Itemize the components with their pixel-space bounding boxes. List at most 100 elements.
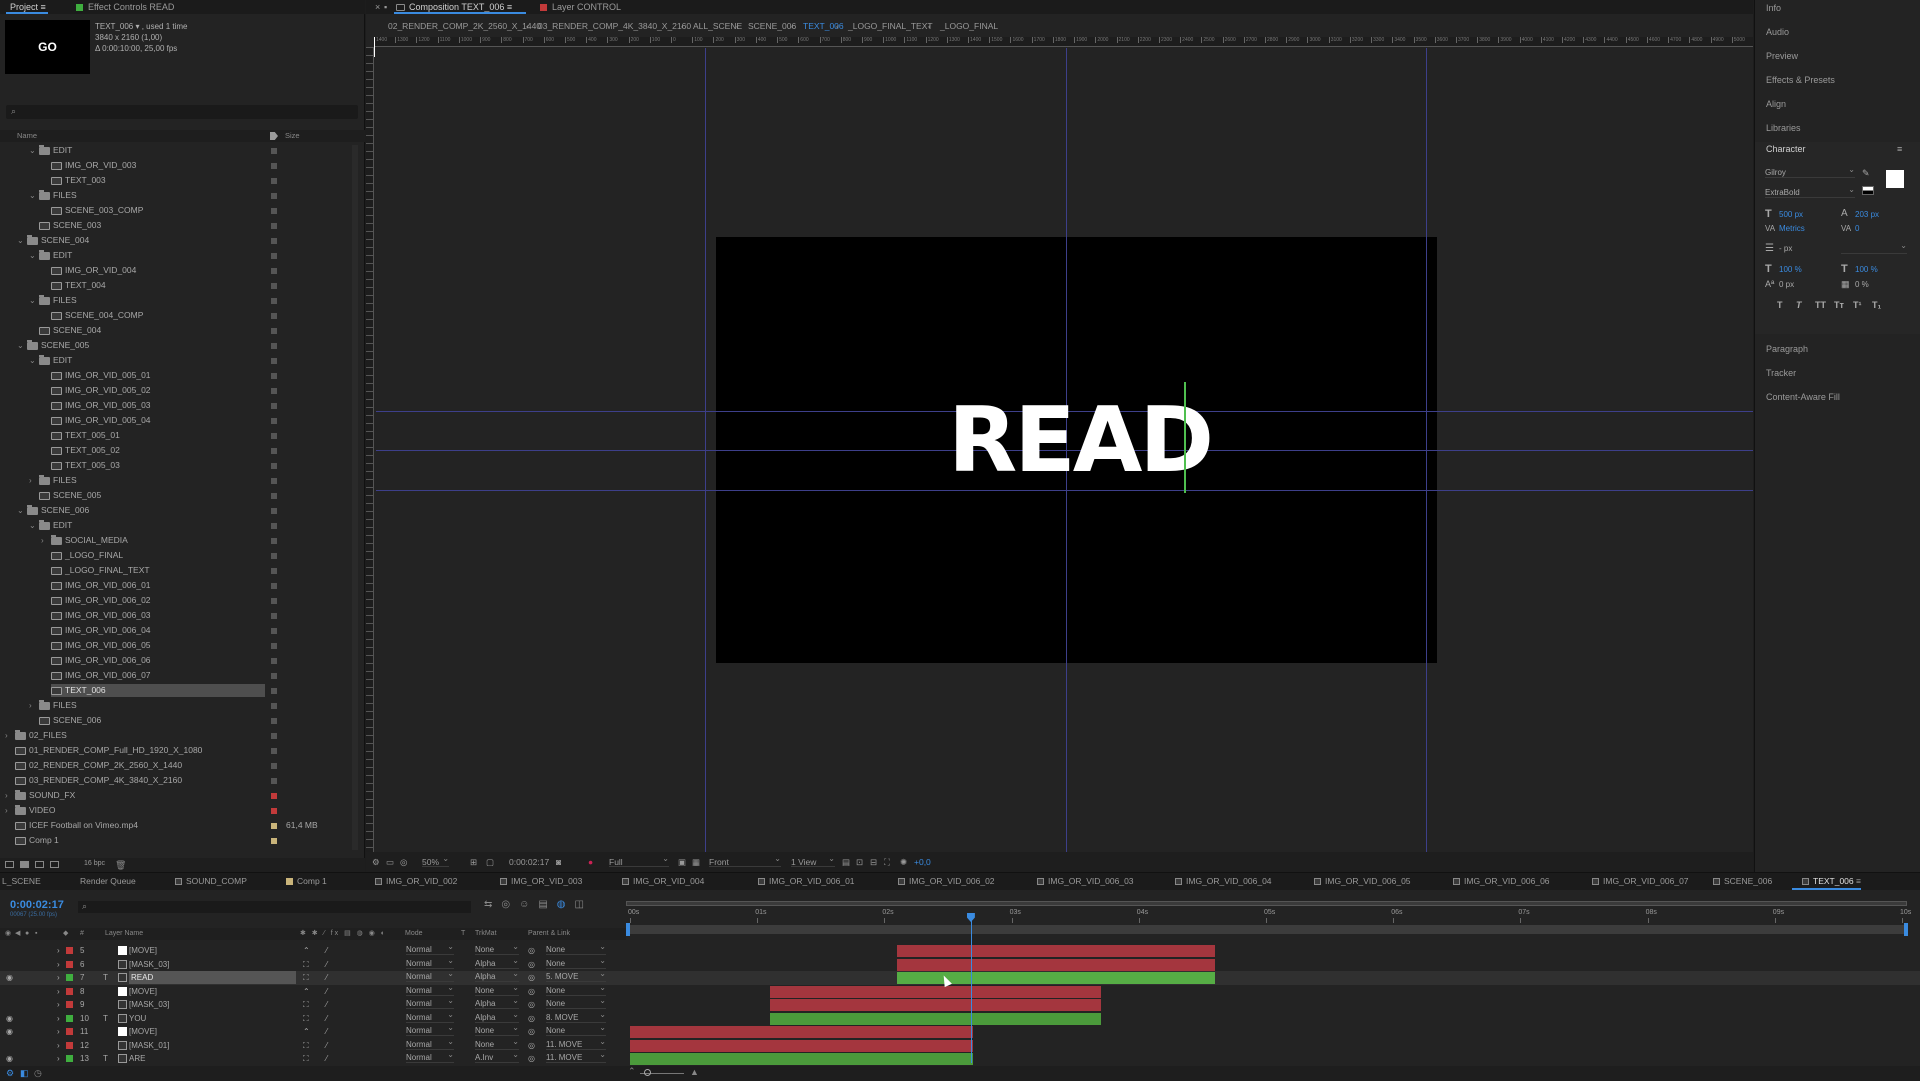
layer-switch-icon[interactable]: ⌃	[303, 985, 310, 998]
toggle-pixel-icon[interactable]: ▤	[842, 852, 850, 872]
work-area-bar[interactable]	[626, 925, 1907, 934]
right-panel-item[interactable]: Info	[1766, 1, 1781, 15]
roi-icon[interactable]: ▣	[678, 852, 686, 872]
chevron-down-icon[interactable]: ⌄	[29, 248, 36, 263]
project-folder-row[interactable]: ⌄ SCENE_006	[0, 503, 365, 518]
layer-switch-icon[interactable]: ⛶	[303, 1039, 309, 1052]
snapshot-icon[interactable]: ◙	[556, 852, 561, 872]
pickwhip-icon[interactable]: ◎	[528, 944, 535, 957]
layer-name[interactable]: [MASK_01]	[129, 1039, 169, 1052]
label-color-swatch[interactable]	[271, 793, 277, 799]
fast-preview-icon[interactable]: ⊡	[856, 852, 863, 872]
layer-name[interactable]: [MOVE]	[129, 944, 157, 957]
canvas-text-read[interactable]: READ	[948, 396, 1211, 486]
label-color-swatch[interactable]	[271, 463, 277, 469]
visibility-eye-icon[interactable]: ◉	[6, 1025, 13, 1038]
label-color-swatch[interactable]	[271, 313, 277, 319]
layer-name[interactable]: [MOVE]	[129, 985, 157, 998]
layer-row[interactable]: 9 [MASK_03] ⛶ ⁄ › Normal Alpha ◎ None	[0, 996, 1920, 1012]
time-ruler[interactable]: 00s 01s 02s 03s 04s 05s 06s 07s 08s 09s 10s	[626, 909, 1911, 923]
breadcrumb-item[interactable]: 02_RENDER_COMP_2K_2560_X_1440	[388, 19, 541, 33]
leading-value[interactable]: 203 px	[1855, 210, 1879, 219]
stroke-style-dropdown[interactable]	[1841, 241, 1907, 254]
label-color-chip[interactable]	[66, 1055, 73, 1062]
stroke-width-value[interactable]: - px	[1779, 244, 1792, 253]
timeline-tab[interactable]: IMG_OR_VID_004	[622, 873, 704, 890]
project-folder-row[interactable]: ⌄ FILES	[0, 188, 365, 203]
layer-switch-icon[interactable]: ⌃	[303, 1025, 310, 1038]
project-folder-row[interactable]: › 02_FILES	[0, 728, 365, 743]
layer-switch-icon[interactable]: ⛶	[303, 958, 309, 971]
layer-duration-bar[interactable]	[897, 958, 1216, 971]
label-color-swatch[interactable]	[271, 688, 277, 694]
breadcrumb-item[interactable]: SCENE_006	[748, 19, 796, 33]
eyedropper-icon[interactable]: ✎	[1862, 168, 1870, 179]
project-item-row[interactable]: IMG_OR_VID_006_07	[0, 668, 365, 683]
label-color-swatch[interactable]	[271, 373, 277, 379]
zoom-slider-thumb[interactable]	[644, 1069, 651, 1076]
track-matte-dropdown[interactable]: A.Inv	[475, 1050, 519, 1063]
label-header-icon[interactable]: ◆	[63, 928, 68, 940]
breadcrumb-item[interactable]: ALL_SCENE	[693, 19, 742, 33]
menu-icon[interactable]: ≡	[507, 2, 512, 12]
timeline-tab[interactable]: SOUND_COMP	[175, 873, 247, 890]
timeline-tab[interactable]: Comp 1	[286, 873, 327, 890]
channel-icon[interactable]: ●	[588, 852, 593, 872]
comp-flowchart-icon[interactable]: ⇆	[484, 899, 501, 910]
project-folder-row[interactable]: › FILES	[0, 473, 365, 488]
project-search-box[interactable]: ⌕	[6, 105, 358, 119]
render-time-icon[interactable]: ◷	[34, 1068, 42, 1079]
chevron-right-icon[interactable]: ›	[5, 728, 8, 743]
fill-color-swatch[interactable]	[1886, 170, 1904, 188]
label-color-swatch[interactable]	[271, 238, 277, 244]
shy-icon[interactable]: ☺	[519, 899, 538, 910]
layer-row[interactable]: 5 [MOVE] ⌃ ⁄ › Normal None ◎ None	[0, 942, 1920, 958]
layer-switch-icon[interactable]: ⌃	[303, 944, 310, 957]
label-color-chip[interactable]	[66, 1041, 73, 1049]
breadcrumb-item[interactable]: _LOGO_FINAL	[940, 19, 998, 33]
chevron-down-icon[interactable]: ⌄	[17, 338, 24, 353]
font-style-dropdown[interactable]: ExtraBold	[1765, 185, 1855, 198]
label-color-swatch[interactable]	[271, 673, 277, 679]
label-color-swatch[interactable]	[271, 613, 277, 619]
parent-dropdown[interactable]: 5. MOVE	[546, 969, 606, 982]
layer-duration-bar[interactable]	[769, 999, 1101, 1011]
layer-duration-bar[interactable]	[630, 1026, 974, 1038]
layer-row[interactable]: 6 [MASK_03] ⛶ ⁄ › Normal Alpha ◎ None	[0, 956, 1920, 972]
interpret-footage-icon[interactable]	[5, 861, 14, 868]
pickwhip-icon[interactable]: ◎	[528, 958, 535, 971]
timeline-search[interactable]: ⌕	[78, 901, 471, 913]
vertical-ruler[interactable]	[366, 47, 374, 852]
blend-mode-dropdown[interactable]: Normal	[406, 1050, 454, 1063]
label-color-swatch[interactable]	[271, 658, 277, 664]
motion-blur-icon[interactable]: ◍	[557, 899, 575, 910]
pickwhip-icon[interactable]: ◎	[528, 1025, 535, 1038]
label-color-chip[interactable]	[66, 947, 73, 954]
pickwhip-icon[interactable]: ◎	[528, 971, 535, 984]
layer-switch-icon[interactable]: ⁄	[326, 1052, 327, 1065]
mask-visibility-icon[interactable]: ◎	[400, 852, 407, 872]
always-preview-icon[interactable]: ⚙	[372, 852, 380, 872]
layer-duration-bar[interactable]	[769, 985, 1101, 998]
chevron-right-icon[interactable]: ›	[57, 985, 60, 998]
label-color-swatch[interactable]	[271, 808, 277, 814]
label-color-chip[interactable]	[66, 1014, 73, 1022]
project-folder-row[interactable]: ⌄ EDIT	[0, 353, 365, 368]
timeline-tab[interactable]: IMG_OR_VID_006_02	[898, 873, 995, 890]
chevron-down-icon[interactable]: ⌄	[29, 188, 36, 203]
blend-mode-dropdown[interactable]: Normal	[406, 969, 454, 982]
character-title[interactable]: Character	[1766, 144, 1806, 154]
project-folder-row[interactable]: ⌄ FILES	[0, 293, 365, 308]
label-color-chip[interactable]	[66, 974, 73, 981]
project-folder-row[interactable]: ⌄ SCENE_005	[0, 338, 365, 353]
blend-mode-dropdown[interactable]: Normal	[406, 942, 454, 955]
layer-row[interactable]: ◉ 7 T READ ⛶ ⁄ › Normal Alpha ◎ 5. MOVE	[0, 969, 1920, 985]
timeline-tab[interactable]: IMG_OR_VID_006_05	[1314, 873, 1411, 890]
menu-icon[interactable]: ≡	[1897, 144, 1902, 154]
track-matte-dropdown[interactable]: Alpha	[475, 956, 519, 969]
timecode-display[interactable]: 0:00:02:17	[509, 852, 549, 872]
blend-mode-dropdown[interactable]: Normal	[406, 1010, 454, 1023]
tab-layer[interactable]: Layer CONTROL	[540, 0, 621, 14]
project-item-row[interactable]: _LOGO_FINAL_TEXT	[0, 563, 365, 578]
right-panel-item[interactable]: Align	[1766, 97, 1786, 111]
